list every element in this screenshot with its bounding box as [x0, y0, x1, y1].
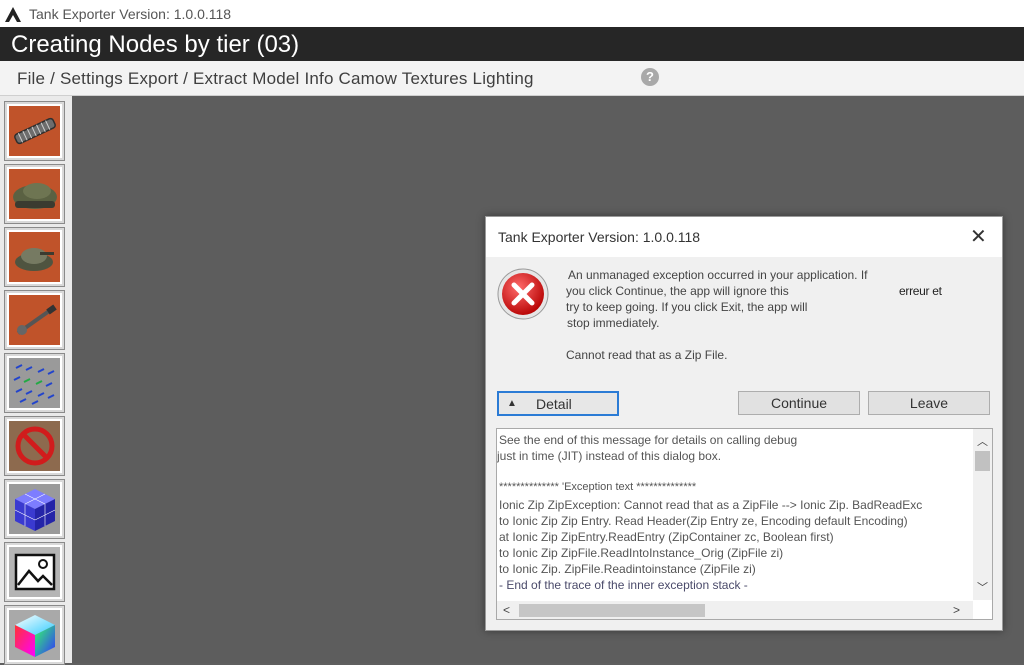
turret-button[interactable] [4, 227, 65, 287]
disable-button[interactable] [4, 416, 65, 476]
gun-button[interactable] [4, 290, 65, 350]
exception-details-textbox[interactable]: See the end of this message for details … [496, 428, 993, 620]
dialog-titlebar: Tank Exporter Version: 1.0.0.118 ✕ [486, 217, 1002, 257]
chevron-down-icon[interactable]: ﹀ [977, 579, 988, 595]
no-symbol-icon [7, 419, 62, 473]
help-icon[interactable]: ? [641, 68, 659, 86]
tank-app-icon [1, 2, 25, 26]
vertical-scrollbar[interactable]: ︿ ﹀ [973, 429, 992, 600]
titlebar-blank [338, 0, 1024, 27]
window-titlebar: Tank Exporter Version: 1.0.0.118 [0, 0, 338, 27]
page-title: Creating Nodes by tier (03) [11, 31, 300, 58]
color-cube-icon [7, 608, 62, 662]
triangle-up-icon: ▲ [507, 398, 517, 409]
menu-items[interactable]: File / Settings Export / Extract Model I… [17, 69, 534, 89]
message-line-1: An unmanaged exception occurred in your … [568, 268, 868, 282]
detail-line: ************** 'Exception text *********… [499, 481, 697, 493]
detail-toggle-button[interactable]: ▲ Detail [497, 391, 619, 416]
message-line-2: you click Continue, the app will ignore … [566, 284, 789, 298]
gun-icon [7, 293, 62, 347]
detail-line: to Ionic Zip. ZipFile.Readintoinstance (… [499, 562, 756, 576]
chevron-up-icon[interactable]: ︿ [977, 433, 988, 449]
chevron-right-icon[interactable]: > [953, 603, 960, 617]
message-line-4: stop immediately. [567, 316, 660, 330]
horizontal-scrollbar[interactable]: < > [497, 601, 973, 619]
normals-icon [7, 356, 62, 410]
detail-line: to Ionic Zip ZipFile.ReadIntoInstance_Or… [499, 546, 784, 560]
window-title: Tank Exporter Version: 1.0.0.118 [29, 5, 232, 22]
scroll-thumb[interactable] [519, 604, 705, 617]
leave-button[interactable]: Leave [868, 391, 990, 415]
menu-bar: File / Settings Export / Extract Model I… [0, 61, 1024, 96]
scroll-thumb[interactable] [975, 451, 990, 471]
track-icon [7, 104, 62, 158]
detail-line: to Ionic Zip Zip Entry. Read Header(Zip … [499, 514, 908, 528]
cube-grid-icon [7, 482, 62, 536]
detail-line: See the end of this message for details … [499, 433, 798, 447]
turret-icon [7, 230, 62, 284]
tool-sidebar [0, 96, 72, 665]
track-button[interactable] [4, 101, 65, 161]
dialog-title: Tank Exporter Version: 1.0.0.118 [498, 229, 701, 245]
image-icon [7, 545, 62, 599]
close-icon[interactable]: ✕ [970, 227, 987, 247]
message-extra: erreur et [899, 284, 942, 298]
uv-cube-button[interactable] [4, 479, 65, 539]
normals-button[interactable] [4, 353, 65, 413]
image-button[interactable] [4, 542, 65, 602]
app-header: Creating Nodes by tier (03) [0, 27, 1024, 61]
detail-line: just in time (JIT) instead of this dialo… [497, 449, 722, 463]
detail-label: Detail [536, 396, 572, 412]
detail-line: at Ionic Zip ZipEntry.ReadEntry (ZipCont… [499, 530, 834, 544]
chevron-left-icon[interactable]: < [503, 603, 510, 617]
error-summary: Cannot read that as a Zip File. [566, 348, 728, 362]
color-cube-button[interactable] [4, 605, 65, 665]
hull-button[interactable] [4, 164, 65, 224]
message-line-3: try to keep going. If you click Exit, th… [566, 300, 808, 314]
continue-button[interactable]: Continue [738, 391, 860, 415]
tank-hull-icon [7, 167, 62, 221]
detail-line: Ionic Zip ZipException: Cannot read that… [499, 498, 923, 512]
detail-line: - End of the trace of the inner exceptio… [499, 578, 748, 592]
error-icon [496, 267, 550, 326]
exception-dialog: Tank Exporter Version: 1.0.0.118 ✕ An un… [485, 216, 1003, 631]
